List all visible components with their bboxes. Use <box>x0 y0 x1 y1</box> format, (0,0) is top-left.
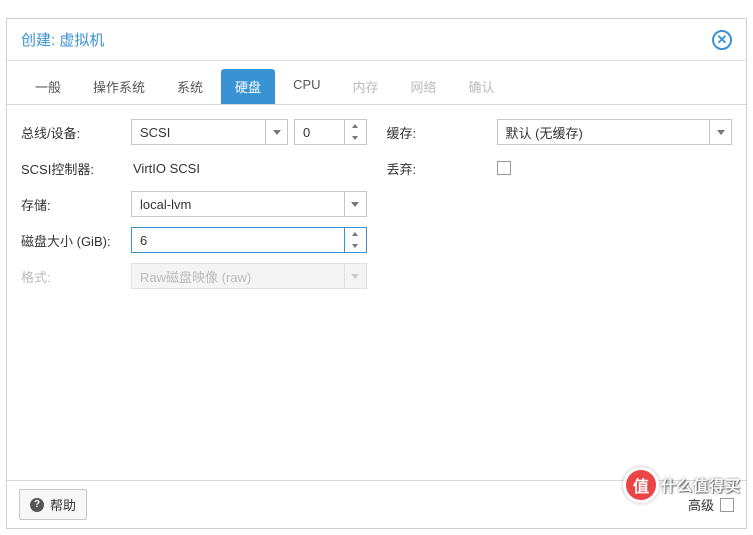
help-label: 帮助 <box>50 495 76 514</box>
cache-label: 缓存: <box>387 123 497 142</box>
advanced-toggle: 高级 <box>688 495 734 514</box>
tab-confirm: 确认 <box>455 69 509 104</box>
tab-network: 网络 <box>397 69 451 104</box>
bus-select[interactable]: SCSI <box>131 119 288 145</box>
device-index-value: 0 <box>295 125 343 140</box>
chevron-up-icon <box>352 232 358 236</box>
row-storage: 存储: local-lvm <box>21 191 367 217</box>
row-bus-device: 总线/设备: SCSI 0 <box>21 119 367 145</box>
discard-label: 丢弃: <box>387 159 497 178</box>
chevron-down-icon <box>351 202 359 207</box>
tab-system[interactable]: 系统 <box>163 69 217 104</box>
storage-select[interactable]: local-lvm <box>131 191 367 217</box>
chevron-down-icon <box>273 130 281 135</box>
cache-value: 默认 (无缓存) <box>498 123 710 142</box>
bus-value: SCSI <box>132 125 265 140</box>
row-format: 格式: Raw磁盘映像 (raw) <box>21 263 367 289</box>
dialog-body: 总线/设备: SCSI 0 SCSI控制器: <box>7 105 746 480</box>
spinner-up[interactable] <box>345 120 366 132</box>
spinner-down[interactable] <box>345 132 366 144</box>
row-scsi-controller: SCSI控制器: VirtIO SCSI <box>21 155 367 181</box>
row-discard: 丢弃: <box>387 155 733 181</box>
right-column: 缓存: 默认 (无缓存) 丢弃: <box>387 119 733 466</box>
advanced-label: 高级 <box>688 495 714 514</box>
tab-harddisk[interactable]: 硬盘 <box>221 69 275 104</box>
disk-size-value: 6 <box>132 233 344 248</box>
help-button[interactable]: ? 帮助 <box>19 489 87 520</box>
row-cache: 缓存: 默认 (无缓存) <box>387 119 733 145</box>
dialog-title: 创建: 虚拟机 <box>21 29 104 50</box>
device-index-spinner[interactable]: 0 <box>294 119 366 145</box>
spinner-down[interactable] <box>345 240 366 252</box>
discard-checkbox[interactable] <box>497 161 511 175</box>
disk-size-spinner[interactable]: 6 <box>131 227 367 253</box>
close-button[interactable]: ✕ <box>712 30 732 50</box>
chevron-down-icon <box>717 130 725 135</box>
tab-cpu[interactable]: CPU <box>279 69 334 104</box>
format-trigger <box>344 264 366 288</box>
bus-device-label: 总线/设备: <box>21 123 131 142</box>
bus-trigger[interactable] <box>265 120 287 144</box>
help-icon: ? <box>30 498 44 512</box>
disk-size-label: 磁盘大小 (GiB): <box>21 231 131 250</box>
dialog-header: 创建: 虚拟机 ✕ <box>7 19 746 61</box>
tab-memory: 内存 <box>339 69 393 104</box>
create-vm-dialog: 创建: 虚拟机 ✕ 一般 操作系统 系统 硬盘 CPU 内存 网络 确认 总线/… <box>6 18 747 529</box>
format-label: 格式: <box>21 267 131 286</box>
chevron-down-icon <box>352 244 358 248</box>
chevron-down-icon <box>351 274 359 279</box>
left-column: 总线/设备: SCSI 0 SCSI控制器: <box>21 119 367 466</box>
device-index-spinners <box>344 120 366 144</box>
scsi-controller-value: VirtIO SCSI <box>131 161 367 176</box>
disk-size-spinners <box>344 228 366 252</box>
close-icon: ✕ <box>717 32 728 48</box>
tab-general[interactable]: 一般 <box>21 69 75 104</box>
tab-os[interactable]: 操作系统 <box>79 69 159 104</box>
row-disk-size: 磁盘大小 (GiB): 6 <box>21 227 367 253</box>
spinner-up[interactable] <box>345 228 366 240</box>
wizard-tabs: 一般 操作系统 系统 硬盘 CPU 内存 网络 确认 <box>7 61 746 105</box>
scsi-controller-label: SCSI控制器: <box>21 159 131 178</box>
format-select: Raw磁盘映像 (raw) <box>131 263 367 289</box>
cache-trigger[interactable] <box>709 120 731 144</box>
chevron-up-icon <box>352 124 358 128</box>
chevron-down-icon <box>352 136 358 140</box>
storage-label: 存储: <box>21 195 131 214</box>
advanced-checkbox[interactable] <box>720 498 734 512</box>
dialog-footer: ? 帮助 高级 <box>7 480 746 528</box>
storage-trigger[interactable] <box>344 192 366 216</box>
format-value: Raw磁盘映像 (raw) <box>132 267 344 286</box>
cache-select[interactable]: 默认 (无缓存) <box>497 119 733 145</box>
storage-value: local-lvm <box>132 197 344 212</box>
